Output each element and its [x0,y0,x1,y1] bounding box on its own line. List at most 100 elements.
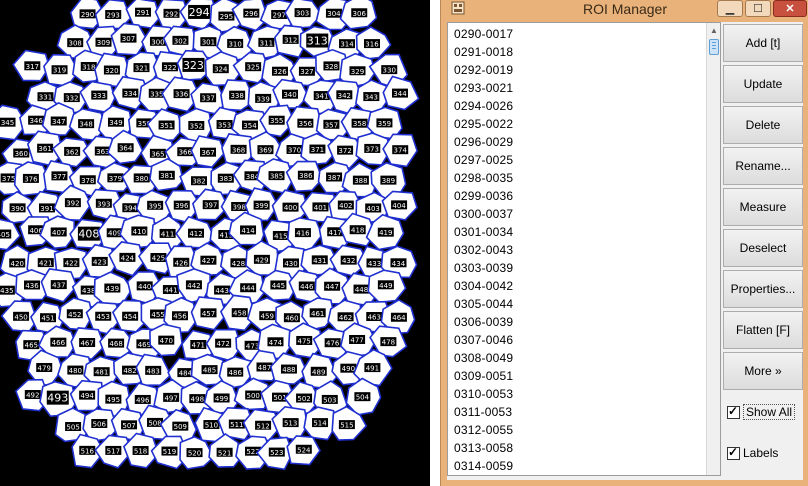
roi-list-item[interactable]: 0294-0026 [454,97,706,115]
cell-label: 503 [323,396,336,404]
cell-label: 416 [296,230,310,238]
roi-list-item[interactable]: 0292-0019 [454,61,706,79]
cell-label: 437 [52,282,65,290]
more-button[interactable]: More » [723,352,803,390]
cell-label: 369 [259,147,272,155]
cell-label: 378 [81,177,94,185]
roi-list-item[interactable]: 0308-0049 [454,349,706,367]
scroll-up-arrow-icon[interactable]: ▲ [707,23,720,37]
roi-list-item[interactable]: 0309-0051 [454,367,706,385]
maximize-icon: ☐ [753,3,763,15]
image-canvas[interactable]: 290 293 291 292 294 295 296 297 303 304 306 308 309 3… [0,0,430,486]
cell-label: 311 [260,39,273,47]
cell-label: 325 [246,64,259,72]
properties-button[interactable]: Properties... [723,270,803,308]
cell-label: 425 [152,255,165,263]
roi-list-item[interactable]: 0311-0053 [454,403,706,421]
minimize-button[interactable]: ▁ [717,0,743,17]
cell-label: 362 [65,148,78,156]
cell-label: 502 [297,395,310,403]
rename-button[interactable]: Rename... [723,147,803,185]
roi-list-item[interactable]: 0302-0043 [454,241,706,259]
cell-label: 375 [2,175,15,183]
cell-label: 518 [134,448,147,456]
cell-label: 479 [38,365,51,373]
roi-list-item[interactable]: 0307-0046 [454,331,706,349]
cell-label: 356 [299,120,313,128]
cell-label: 341 [315,93,328,101]
cell-label: 493 [47,392,68,405]
roi-list[interactable]: 0290-0017 0291-0018 0292-0019 0293-0021 0294… [447,22,721,476]
cell-label: 319 [53,67,66,75]
cell-label: 387 [327,174,340,182]
deselect-button[interactable]: Deselect [723,229,803,267]
roi-list-item[interactable]: 0291-0018 [454,43,706,61]
cell-label: 459 [261,313,274,321]
scroll-thumb[interactable] [709,39,719,55]
cell-label: 464 [392,314,406,322]
cell-label: 312 [284,36,297,44]
labels-checkbox[interactable]: Labels [727,445,778,461]
segmentation-overlay[interactable]: 290 293 291 292 294 295 296 297 303 304 306 308 309 3… [0,0,430,486]
cell-label: 469 [138,341,151,349]
measure-button[interactable]: Measure [723,188,803,226]
roi-list-item[interactable]: 0298-0035 [454,169,706,187]
cell-label: 367 [201,149,214,157]
cell-label: 317 [26,63,39,71]
roi-list-item[interactable]: 0305-0044 [454,295,706,313]
roi-list-item[interactable]: 0304-0042 [454,277,706,295]
cell-label: 475 [298,337,311,345]
cell-label: 366 [179,149,193,157]
cell-label: 434 [392,260,406,268]
delete-button[interactable]: Delete [723,106,803,144]
cell-label: 371 [311,146,324,154]
flatten-button[interactable]: Flatten [F] [723,311,803,349]
show-all-check-icon[interactable] [727,404,740,419]
roi-list-item[interactable]: 0299-0036 [454,187,706,205]
cell-label: 484 [179,370,193,378]
cell-label: 448 [355,286,368,294]
cell-label: 329 [351,68,364,76]
cell-label: 386 [299,172,313,180]
cell-label: 417 [329,229,342,237]
roi-list-item[interactable]: 0300-0037 [454,205,706,223]
cell-label: 409 [108,230,121,238]
roi-list-item[interactable]: 0290-0017 [454,25,706,43]
roi-list-item[interactable]: 0310-0053 [454,385,706,403]
cell-label: 377 [53,173,66,181]
roi-list-item[interactable]: 0293-0021 [454,79,706,97]
cell-label: 443 [215,287,228,295]
close-button[interactable]: ✕ [773,0,807,17]
cell-label: 414 [241,227,255,235]
cell-label: 418 [351,227,364,235]
cell-label: 385 [270,173,283,181]
roi-list-item[interactable]: 0296-0029 [454,133,706,151]
roi-list-item[interactable]: 0297-0025 [454,151,706,169]
maximize-button[interactable]: ☐ [745,0,771,17]
roi-list-item[interactable]: 0314-0059 [454,457,706,475]
roi-list-item[interactable]: 0295-0022 [454,115,706,133]
show-all-checkbox[interactable]: Show All [727,404,796,420]
list-scrollbar[interactable]: ▲ [706,23,720,475]
roi-list-item[interactable]: 0312-0055 [454,421,706,439]
cell-label: 361 [38,145,51,153]
add-button[interactable]: Add [t] [723,24,803,62]
roi-list-item[interactable]: 0303-0039 [454,259,706,277]
cell-label: 456 [173,313,187,321]
roi-list-item[interactable]: 0306-0039 [454,313,706,331]
roi-list-item[interactable]: 0301-0034 [454,223,706,241]
cell-label: 449 [379,282,392,290]
cell-label: 421 [39,260,52,268]
labels-check-icon[interactable] [727,445,740,460]
show-all-label: Show All [743,404,796,420]
cell-label: 308 [69,40,82,48]
cell-label: 306 [353,10,367,18]
cell-label: 500 [247,392,260,400]
cell-label: 483 [147,367,160,375]
cell-label: 376 [24,175,38,183]
cell-label: 429 [255,256,268,264]
update-button[interactable]: Update [723,65,803,103]
cell-label: 318 [82,64,95,72]
roi-list-item[interactable]: 0313-0058 [454,439,706,457]
title-bar[interactable]: ROI Manager ▁ ☐ ✕ [441,0,808,18]
